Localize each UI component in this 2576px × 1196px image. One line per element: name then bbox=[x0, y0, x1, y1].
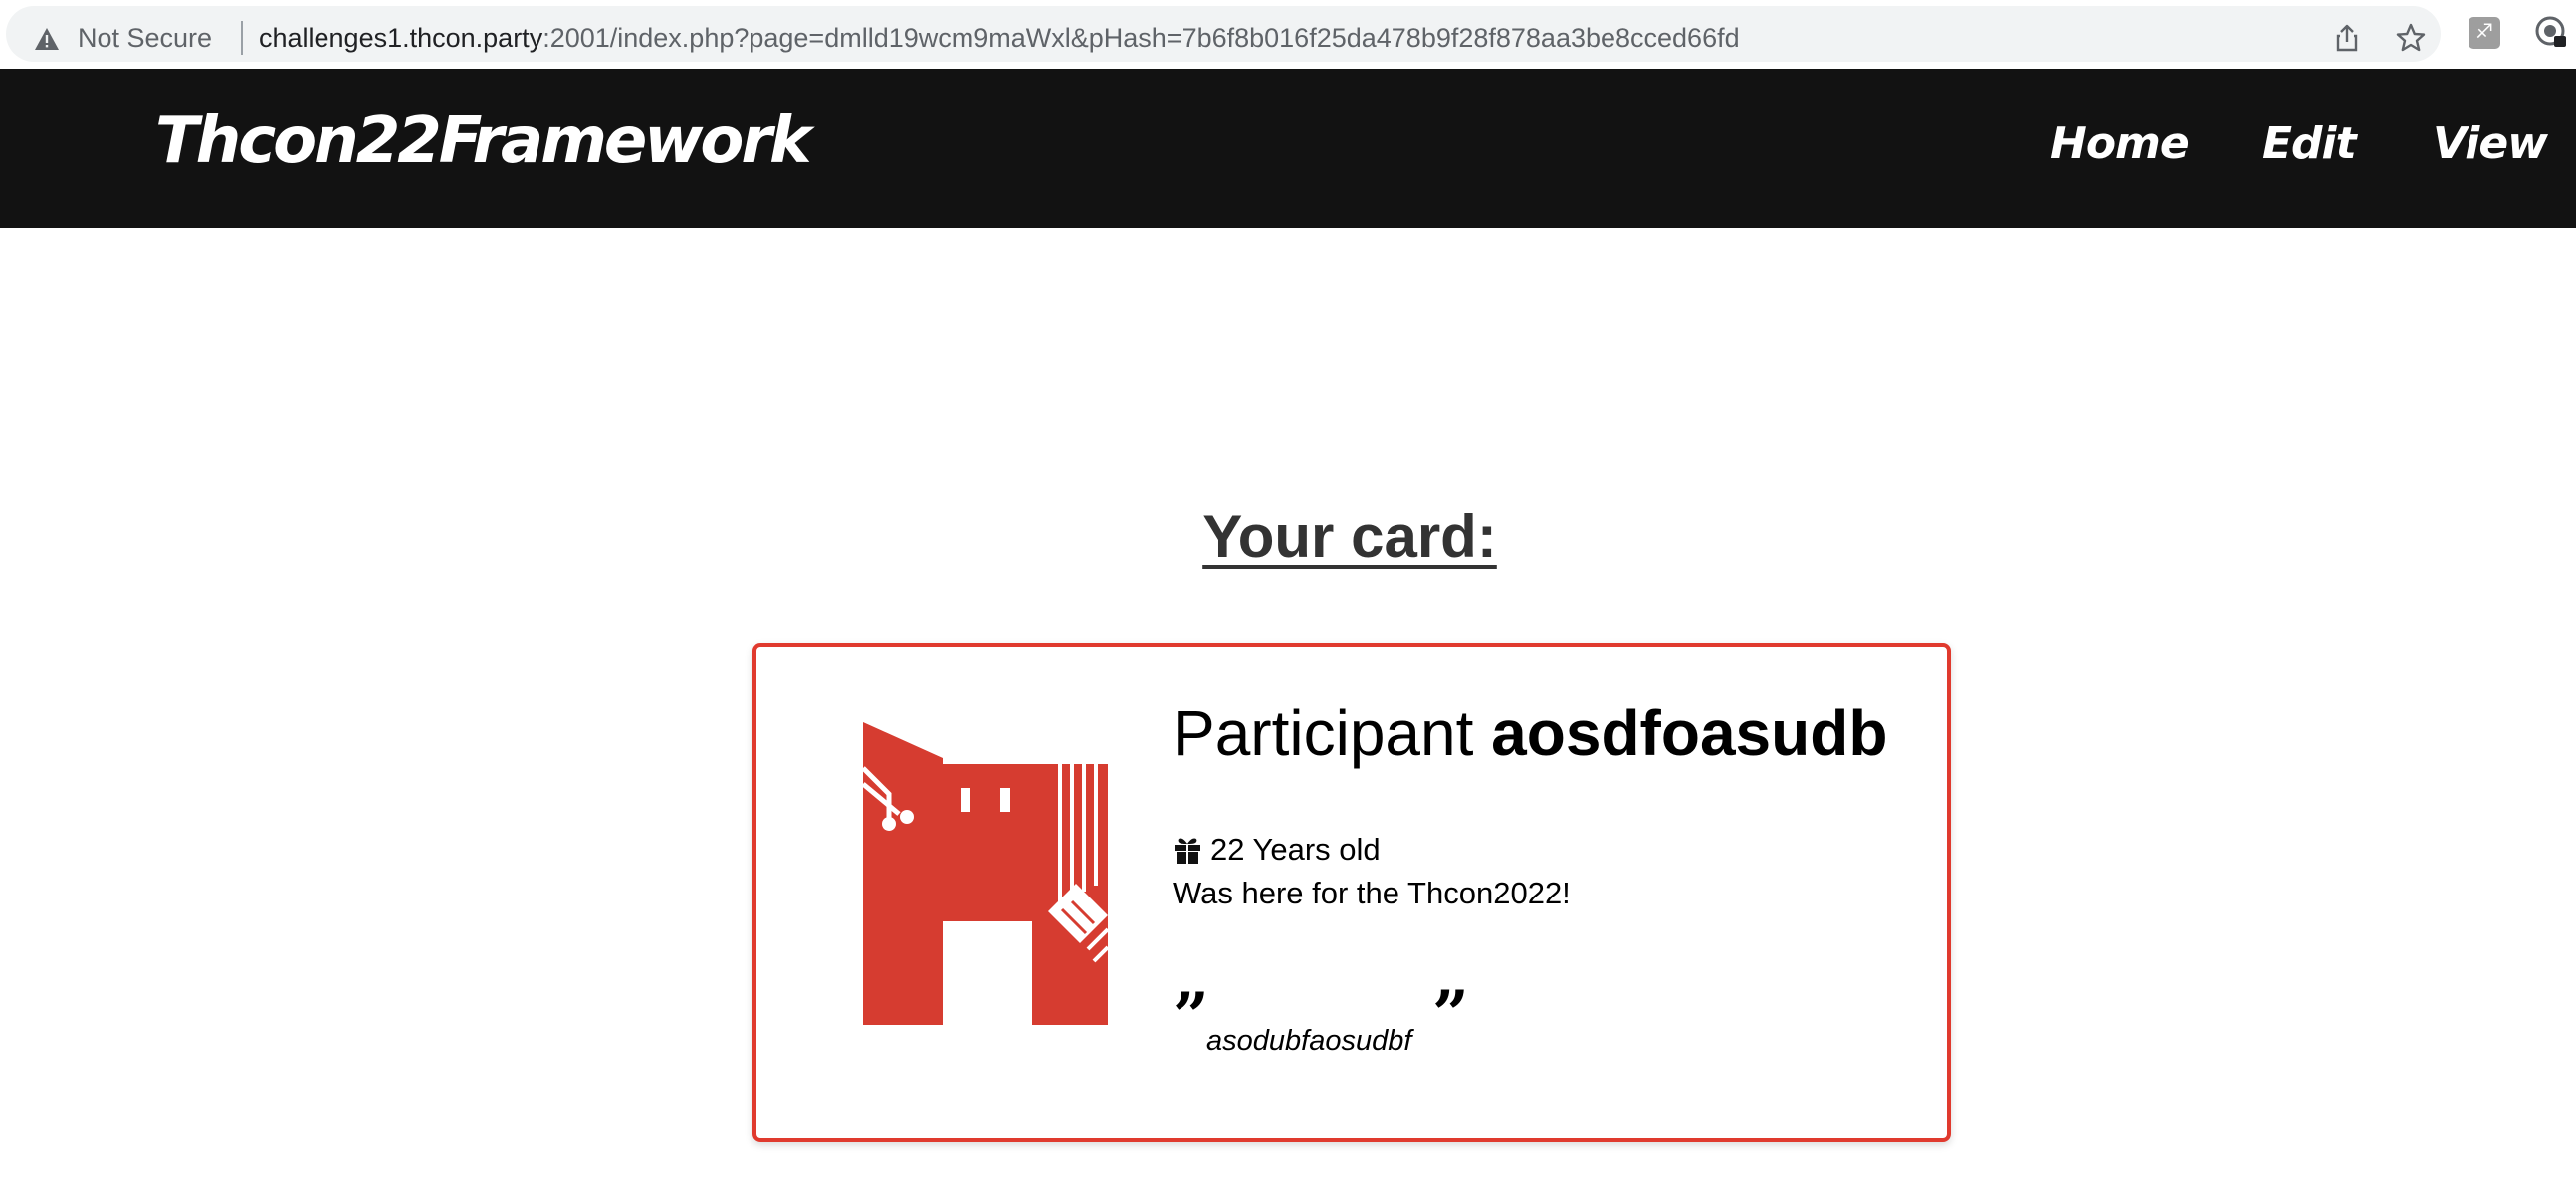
quote-open-icon: ” bbox=[1173, 979, 1209, 1054]
share-icon[interactable] bbox=[2331, 22, 2363, 54]
participant-card: Participant aosdfoasudb 22 Years old Was… bbox=[752, 643, 1951, 1142]
url-text[interactable]: challenges1.thcon.party:2001/index.php?p… bbox=[259, 20, 1740, 56]
participant-quote: ” asodubfaosudbf ” bbox=[1173, 977, 1770, 1075]
warning-icon[interactable] bbox=[34, 27, 60, 51]
gift-icon bbox=[1175, 838, 1200, 864]
age-text: 22 Years old bbox=[1210, 832, 1381, 867]
quote-close-icon: ” bbox=[1432, 977, 1469, 1052]
omnibox-separator bbox=[241, 21, 243, 55]
nav-links: Home Edit View bbox=[0, 118, 2576, 178]
bookmark-star-icon[interactable] bbox=[2395, 22, 2427, 54]
url-host: challenges1.thcon.party bbox=[259, 23, 543, 53]
thcon-logo bbox=[863, 722, 1108, 1025]
participant-prefix: Participant bbox=[1173, 698, 1474, 769]
profile-icon[interactable] bbox=[2534, 15, 2568, 49]
nav-link-home[interactable]: Home bbox=[2050, 118, 2190, 169]
participant-name: aosdfoasudb bbox=[1491, 698, 1888, 769]
address-bar[interactable]: Not Secure challenges1.thcon.party:2001/… bbox=[6, 6, 2441, 62]
page-title: Your card: bbox=[1202, 503, 1497, 570]
site-navbar: Thcon22Framework Home Edit View bbox=[0, 69, 2576, 228]
browser-toolbar: Not Secure challenges1.thcon.party:2001/… bbox=[0, 0, 2576, 68]
url-path: :2001/index.php?page=dmlld19wcm9maWxl&pH… bbox=[542, 23, 1740, 53]
presence-text: Was here for the Thcon2022! bbox=[1173, 876, 1571, 910]
participant-heading: Participant aosdfoasudb bbox=[1173, 697, 1887, 770]
security-status-label[interactable]: Not Secure bbox=[78, 20, 212, 56]
nav-link-edit[interactable]: Edit bbox=[2262, 118, 2357, 169]
age-row: 22 Years old bbox=[1173, 832, 1381, 868]
nav-link-view[interactable]: View bbox=[2433, 118, 2548, 169]
extension-icon[interactable] bbox=[2469, 17, 2500, 49]
quote-text: asodubfaosudbf bbox=[1206, 1025, 1412, 1057]
